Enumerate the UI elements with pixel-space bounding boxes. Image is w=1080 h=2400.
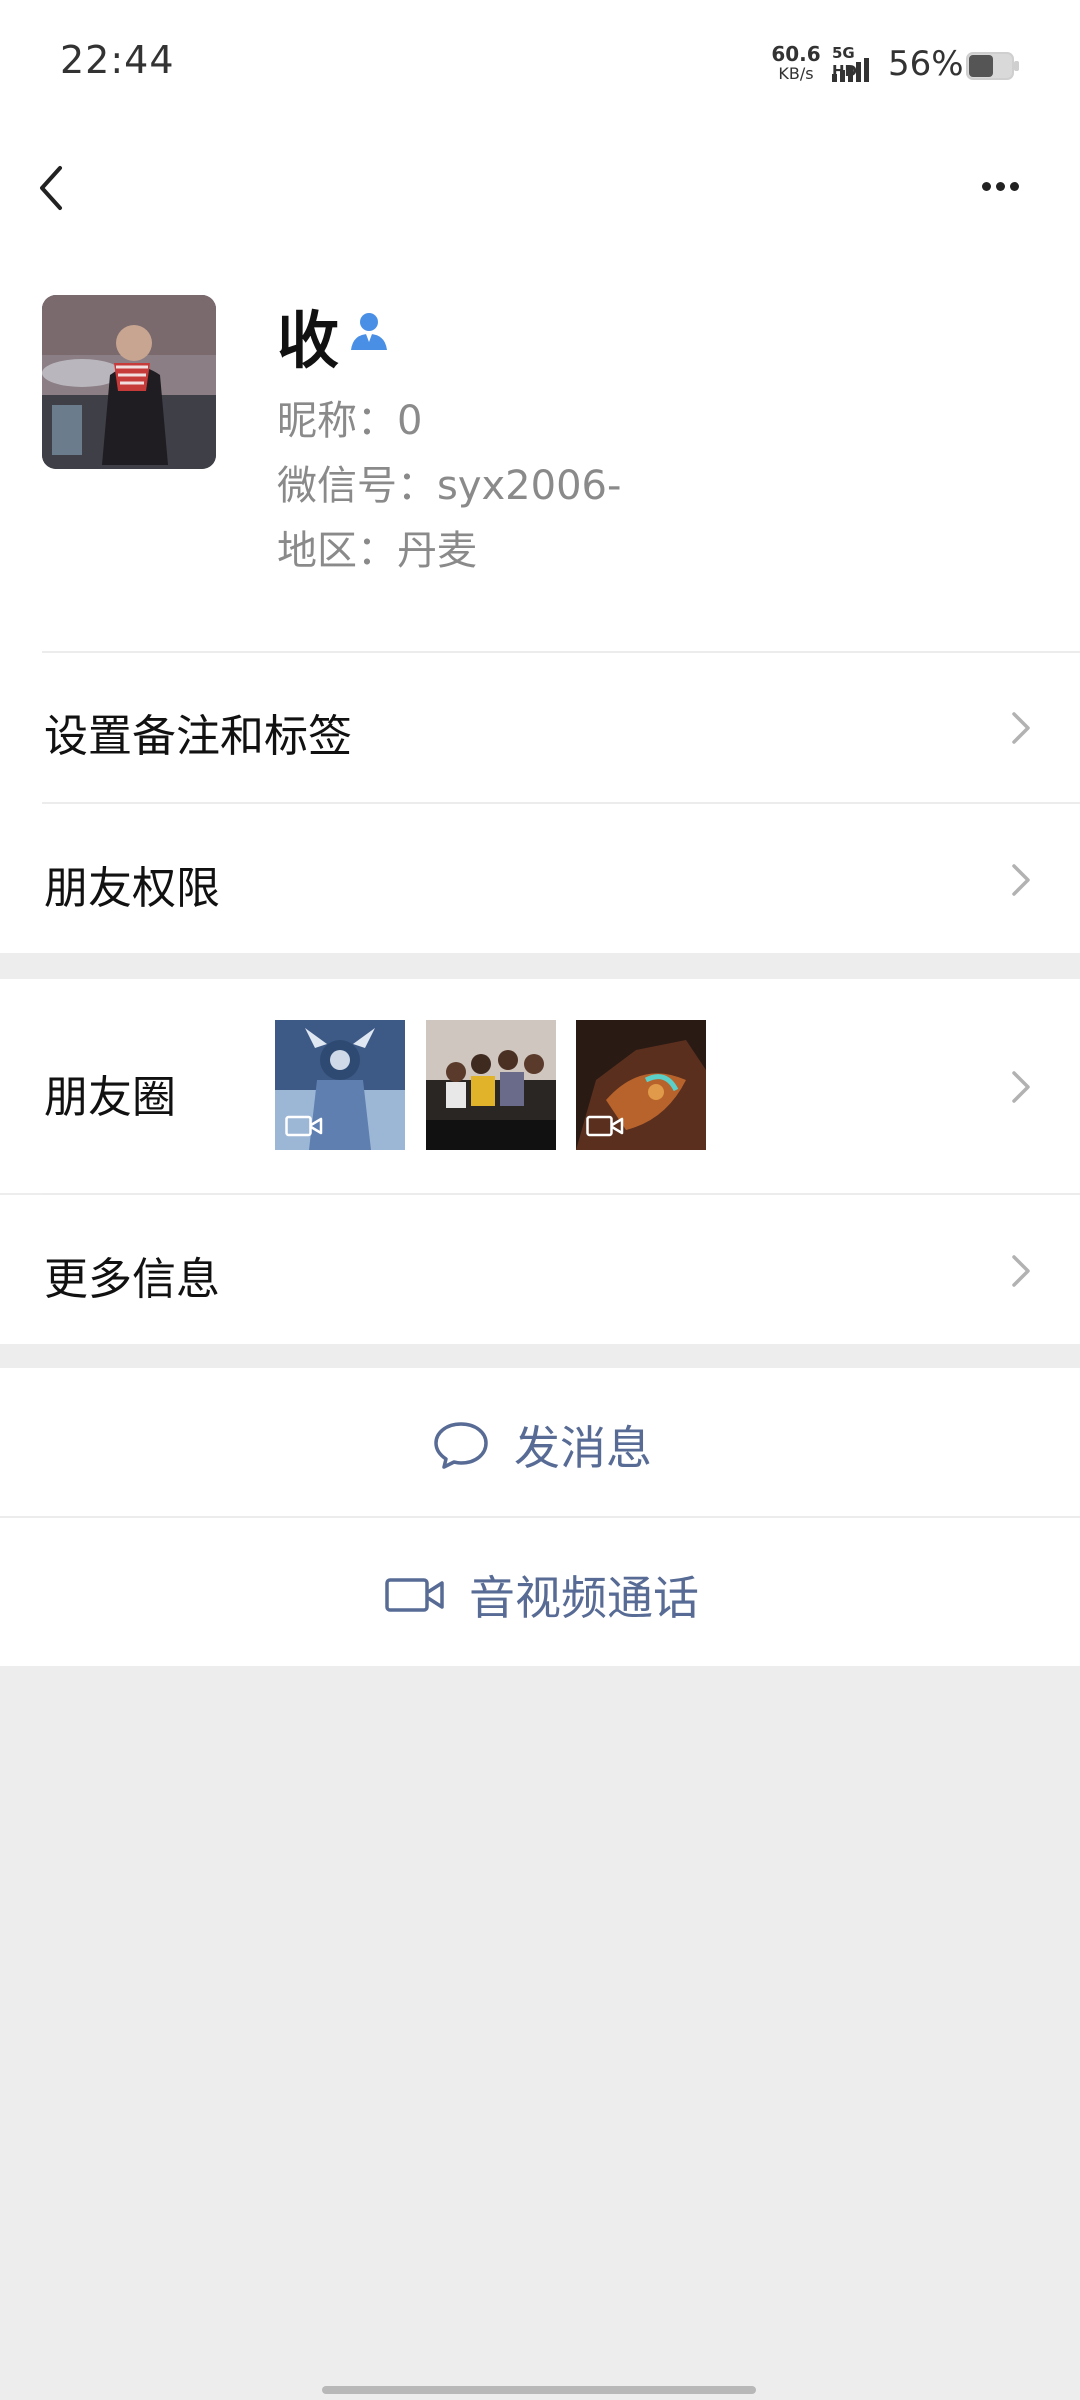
remark-tags-label: 设置备注和标签 — [44, 711, 352, 762]
avatar[interactable] — [42, 295, 216, 469]
friend-permissions-row[interactable]: 朋友权限 — [0, 804, 1080, 953]
status-bar: 22:44 60.6 KB/s 5G HD 56% — [0, 0, 1080, 135]
more-button[interactable] — [970, 162, 1030, 212]
remark-tags-row[interactable]: 设置备注和标签 — [0, 654, 1080, 802]
chevron-right-icon — [1012, 864, 1030, 896]
more-dot — [1010, 182, 1019, 191]
network-speed: 60.6 KB/s — [768, 44, 824, 84]
region-text: 地区：丹麦 — [277, 528, 477, 574]
chevron-left-icon — [40, 166, 62, 210]
battery-icon — [966, 52, 1019, 80]
av-call-button[interactable]: 音视频通话 — [0, 1518, 1080, 1666]
more-dots-icon — [982, 182, 991, 191]
person-badge-icon — [348, 310, 390, 352]
section-gap — [0, 1344, 1080, 1368]
send-message-button[interactable]: 发消息 — [0, 1368, 1080, 1516]
moments-label: 朋友圈 — [44, 1072, 176, 1123]
moments-thumbnail[interactable] — [426, 1020, 556, 1150]
divider — [42, 651, 1080, 653]
chevron-right-icon — [1012, 1071, 1030, 1103]
moments-thumbnail[interactable] — [275, 1020, 405, 1150]
video-icon — [586, 1115, 624, 1137]
network-speed-unit: KB/s — [778, 64, 814, 83]
home-indicator[interactable] — [322, 2386, 756, 2394]
moments-thumbnail[interactable] — [576, 1020, 706, 1150]
send-message-label: 发消息 — [514, 1421, 652, 1475]
signal-icon: 5G HD — [830, 44, 882, 84]
chat-bubble-icon — [434, 1422, 488, 1469]
more-info-row[interactable]: 更多信息 — [0, 1195, 1080, 1344]
av-call-label: 音视频通话 — [469, 1571, 699, 1625]
section-gap — [0, 953, 1080, 979]
more-dot — [996, 182, 1005, 191]
back-button[interactable] — [28, 150, 78, 220]
video-icon — [285, 1115, 323, 1137]
network-type-label: 5G HD — [832, 44, 858, 80]
nickname-text: 昵称：0 — [277, 398, 423, 444]
more-info-label: 更多信息 — [44, 1254, 220, 1305]
profile-name: 收 — [277, 304, 340, 377]
chevron-right-icon — [1012, 1255, 1030, 1287]
video-call-icon — [385, 1578, 444, 1612]
network-speed-value: 60.6 — [771, 42, 821, 66]
wechat-id-text: 微信号：syx2006- — [277, 463, 622, 509]
status-time: 22:44 — [60, 38, 175, 82]
battery-percent: 56% — [888, 44, 964, 84]
friend-permissions-label: 朋友权限 — [44, 863, 220, 914]
chevron-right-icon — [1012, 712, 1030, 744]
